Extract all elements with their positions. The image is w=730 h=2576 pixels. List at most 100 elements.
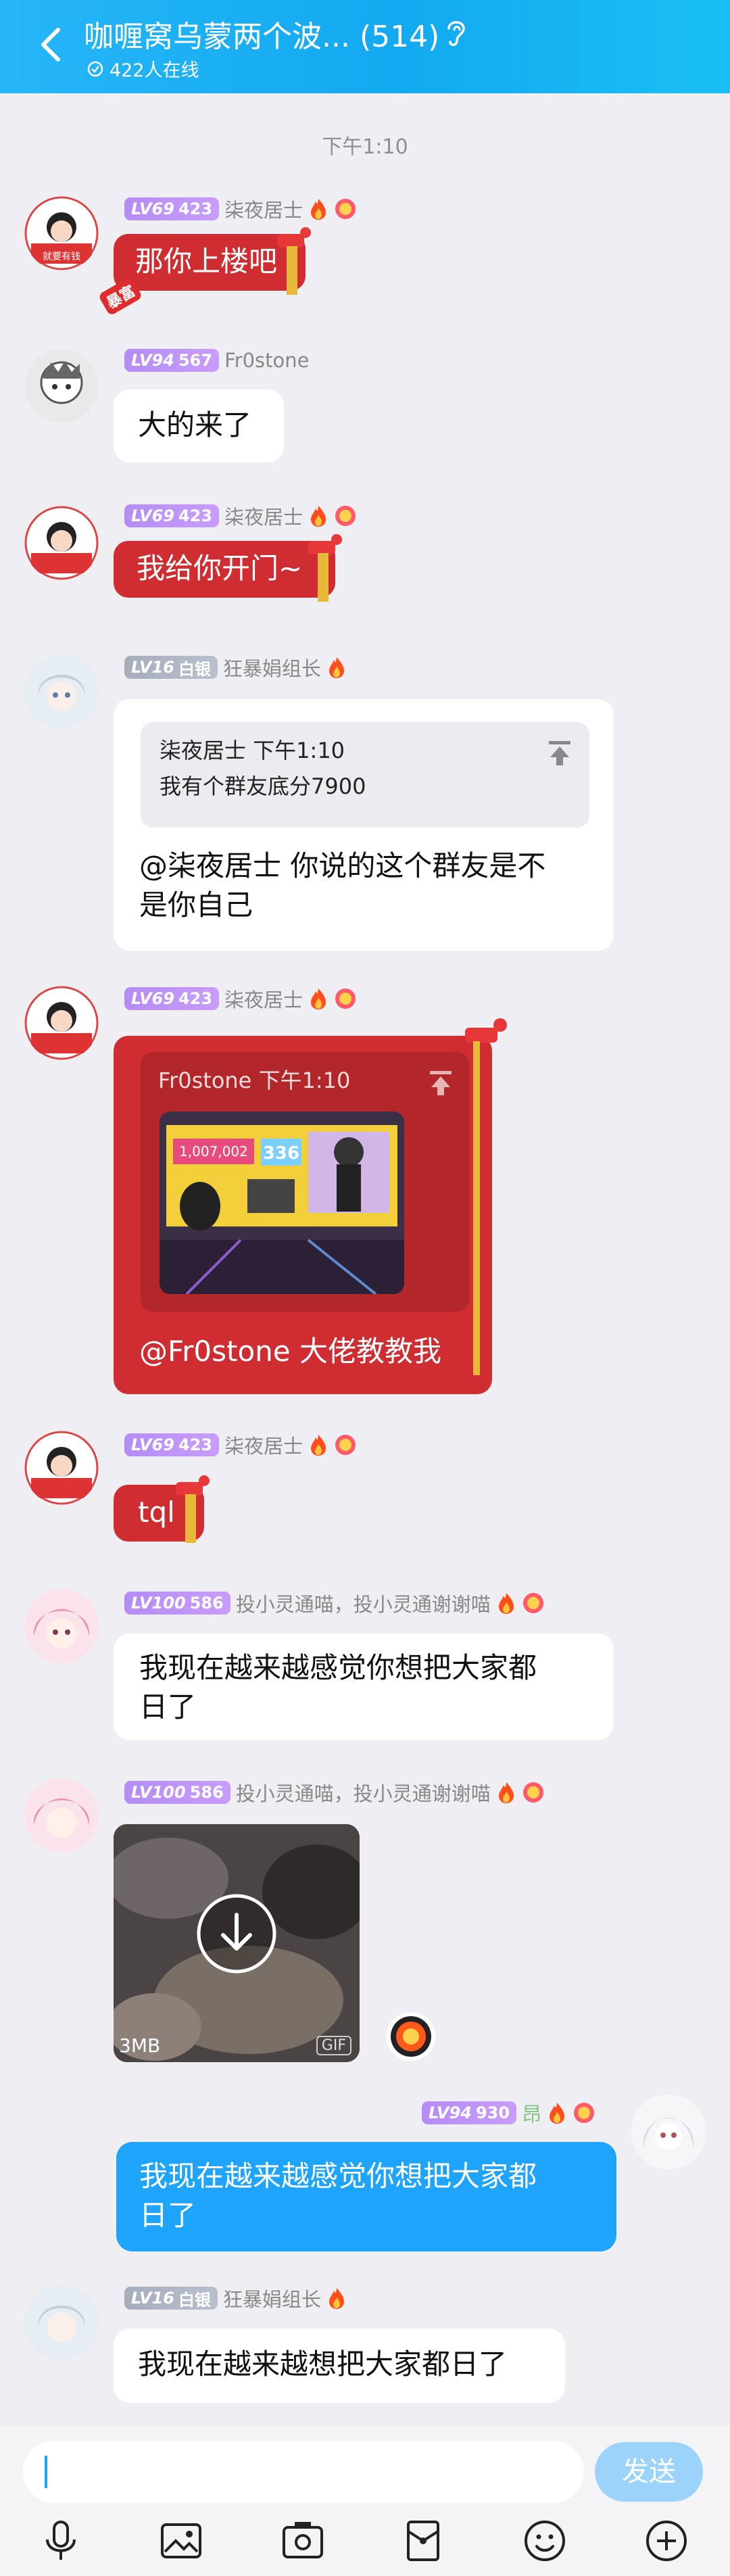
sender-name[interactable]: 投小灵通喵，投小灵通谢谢喵 [236, 1778, 491, 1807]
fire-icon [311, 1435, 326, 1456]
score-left: 1,007,002 [179, 1143, 248, 1160]
fire-icon [550, 2103, 565, 2124]
camera-icon[interactable] [278, 2517, 327, 2565]
avatar[interactable] [24, 1778, 99, 1853]
sender-meta: LV94 930 昂 [422, 2099, 595, 2127]
avatar[interactable] [24, 1589, 99, 1663]
download-icon[interactable] [196, 1893, 277, 1974]
fire-icon [498, 1782, 514, 1803]
sender-name[interactable]: 柒夜居士 [224, 984, 303, 1013]
sender-meta: LV69 423 柒夜居士 [124, 1431, 357, 1459]
message-text-line: 我现在越来越感觉你想把大家都 [139, 2160, 537, 2193]
message-text: @Fr0stone 大佬教教我 [139, 1335, 441, 1368]
chat-header: 咖喱窝乌蒙两个波... (514) 422人在线 [0, 0, 730, 93]
fire-icon [328, 657, 344, 678]
medal-icon [335, 506, 356, 526]
level-badge: LV69 423 [124, 197, 220, 220]
sender-meta: LV100 586 投小灵通喵，投小灵通谢谢喵 [124, 1589, 545, 1617]
fire-icon [328, 2288, 344, 2309]
medal-icon [335, 199, 356, 219]
lantern-decoration [308, 534, 342, 602]
sender-meta: LV69 423 柒夜居士 [124, 195, 357, 223]
plus-icon[interactable] [642, 2517, 691, 2565]
lantern-decoration [176, 1475, 210, 1543]
back-arrow-icon[interactable] [35, 26, 68, 64]
svg-text:就要有钱: 就要有钱 [43, 252, 80, 262]
emoji-icon[interactable] [520, 2517, 569, 2565]
sender-name[interactable]: 昂 [522, 2099, 541, 2127]
message-bubble[interactable]: 我现在越来越感觉你想把大家都 日了 [116, 2142, 616, 2251]
level-badge: LV69 423 [124, 987, 220, 1010]
file-size: 3MB [119, 2034, 161, 2057]
online-icon [87, 61, 103, 76]
fire-icon [498, 1593, 514, 1614]
ear-icon[interactable] [443, 16, 469, 49]
avatar[interactable] [24, 986, 99, 1060]
message-text-line: 我现在越来越感觉你想把大家都 [139, 1651, 537, 1684]
sender-meta: LV16 白银 狂暴娟组长 [124, 2284, 347, 2312]
quoted-message[interactable]: 柒夜居士 下午1:10 我有个群友底分7900 [141, 722, 589, 828]
avatar[interactable] [24, 506, 99, 580]
sender-name[interactable]: 狂暴娟组长 [223, 653, 321, 682]
message-text-line: @柒夜居士 你说的这个群友是不 [139, 849, 546, 882]
quoted-message[interactable]: Fr0stone 下午1:10 1,007,002 336 [141, 1052, 469, 1312]
text-cursor [45, 2456, 47, 2488]
message-text-line: 是你自己 [139, 888, 253, 922]
medal-icon [574, 2103, 595, 2123]
sender-name[interactable]: 投小灵通喵，投小灵通谢谢喵 [236, 1589, 491, 1617]
microphone-icon[interactable] [36, 2517, 85, 2565]
online-text: 422人在线 [110, 60, 199, 81]
message-bubble[interactable]: 我现在越来越感觉你想把大家都 日了 [114, 1633, 614, 1740]
avatar[interactable]: 就要有钱 [24, 196, 99, 270]
level-badge: LV100 586 [124, 1592, 230, 1615]
avatar[interactable] [631, 2095, 706, 2169]
red-packet-icon[interactable] [399, 2517, 447, 2565]
medal-icon [335, 1435, 356, 1455]
input-toolbar [0, 2507, 730, 2576]
online-count: 422人在线 [87, 55, 199, 82]
fire-icon [311, 506, 326, 527]
level-badge: LV69 423 [124, 1433, 220, 1456]
avatar[interactable] [24, 654, 99, 729]
fire-icon [311, 988, 326, 1009]
message-input[interactable] [23, 2441, 584, 2503]
gif-thumbnail[interactable]: 3MB GIF [114, 1824, 360, 2062]
message-bubble[interactable]: Fr0stone 下午1:10 1,007,002 336 @Fr0stone … [114, 1036, 492, 1394]
sender-name[interactable]: 柒夜居士 [224, 1431, 303, 1459]
sender-name[interactable]: 柒夜居士 [224, 195, 303, 223]
level-badge: LV94 567 [124, 349, 220, 372]
lantern-decoration [465, 1018, 507, 1375]
message-bubble[interactable]: 柒夜居士 下午1:10 我有个群友底分7900 @柒夜居士 你说的这个群友是不 … [114, 699, 614, 951]
sender-meta: LV94 567 Fr0stone [124, 349, 309, 372]
level-badge: LV69 423 [124, 504, 220, 527]
medal-icon [522, 1782, 543, 1803]
sender-name[interactable]: 柒夜居士 [224, 502, 303, 530]
sender-name[interactable]: 狂暴娟组长 [223, 2284, 321, 2312]
message-bubble[interactable]: 我现在越来越想把大家都日了 [114, 2329, 565, 2403]
level-badge: LV16 白银 [124, 2287, 218, 2310]
avatar[interactable] [24, 349, 99, 423]
jump-to-top-icon[interactable] [548, 740, 572, 767]
medal-icon [522, 1593, 543, 1613]
message-bubble[interactable]: 大的来了 [114, 389, 284, 462]
score-right: 336 [263, 1143, 299, 1164]
avatar[interactable] [24, 1431, 99, 1505]
group-title[interactable]: 咖喱窝乌蒙两个波... (514) [84, 12, 439, 55]
sticker-badge[interactable] [385, 2011, 437, 2062]
send-button[interactable]: 发送 [595, 2442, 703, 2502]
sender-name[interactable]: Fr0stone [224, 349, 309, 372]
lantern-decoration [277, 227, 311, 295]
quoted-text: 我有个群友底分7900 [160, 773, 366, 799]
quoted-header: 柒夜居士 下午1:10 [160, 738, 345, 763]
image-icon[interactable] [157, 2517, 205, 2565]
quoted-header: Fr0stone 下午1:10 [158, 1068, 351, 1093]
sender-meta: LV100 586 投小灵通喵，投小灵通谢谢喵 [124, 1778, 545, 1807]
sender-meta: LV69 423 柒夜居士 [124, 984, 357, 1013]
sender-meta: LV69 423 柒夜居士 [124, 502, 357, 530]
avatar[interactable] [24, 2285, 99, 2360]
medal-icon [335, 988, 356, 1009]
message-text-line: 日了 [139, 2199, 197, 2232]
input-bar: 发送 [0, 2426, 730, 2507]
message-text-line: 日了 [139, 1690, 197, 1723]
quoted-image[interactable]: 1,007,002 336 [160, 1112, 404, 1294]
